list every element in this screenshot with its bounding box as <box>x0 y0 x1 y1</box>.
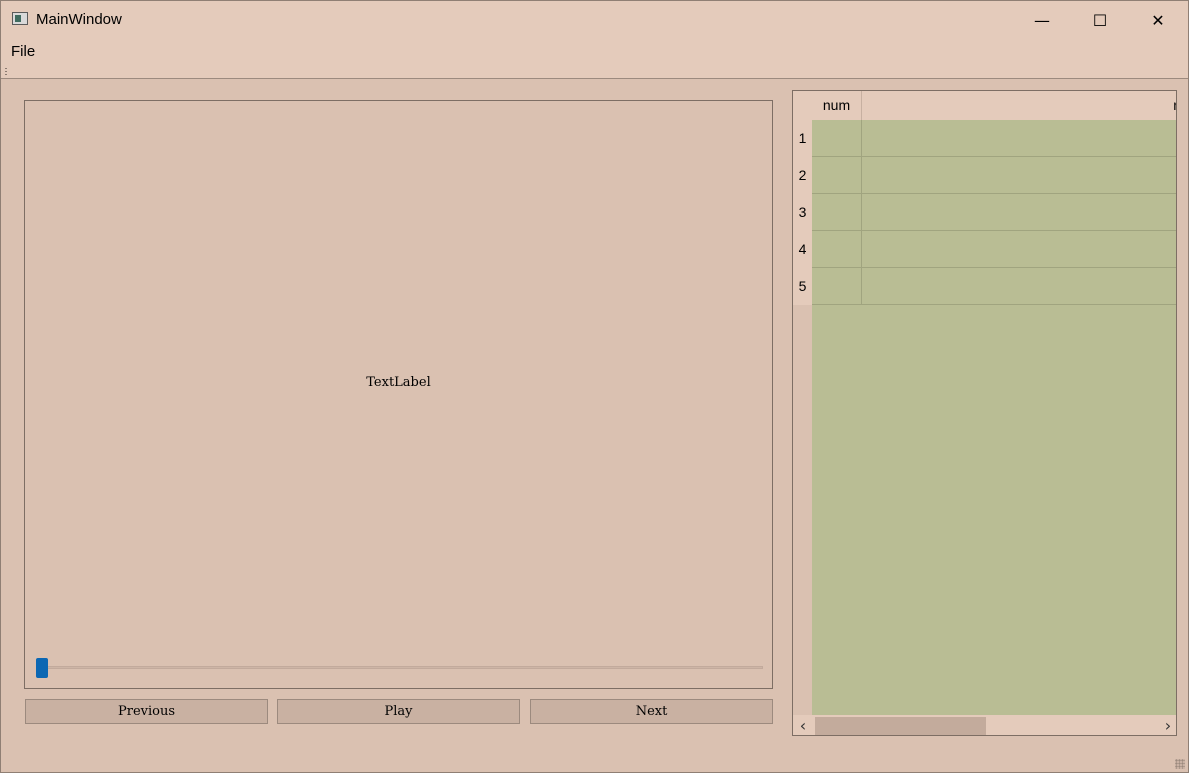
window-title: MainWindow <box>36 11 122 28</box>
resize-grip-icon[interactable] <box>1175 759 1185 769</box>
title-bar[interactable]: MainWindow — ☐ ✕ <box>1 1 1188 39</box>
menu-file[interactable]: File <box>11 43 35 60</box>
frame-slider-track[interactable] <box>37 666 763 669</box>
scrollbar-thumb[interactable] <box>815 717 986 735</box>
next-button[interactable]: Next <box>530 699 773 724</box>
column-divider <box>861 120 862 305</box>
row-header[interactable]: 2 <box>793 157 812 194</box>
frame-slider-handle[interactable] <box>36 658 48 678</box>
table-cells-area[interactable] <box>812 120 1176 715</box>
maximize-button[interactable]: ☐ <box>1071 1 1129 39</box>
row-divider <box>812 156 1176 157</box>
row-divider <box>812 230 1176 231</box>
maximize-icon: ☐ <box>1092 10 1108 30</box>
previous-button[interactable]: Previous <box>25 699 268 724</box>
row-divider <box>812 304 1176 305</box>
horizontal-scrollbar[interactable]: ‹ › <box>793 715 1176 735</box>
main-window: MainWindow — ☐ ✕ File TextLabel Previous… <box>0 0 1189 773</box>
image-viewer-frame: TextLabel <box>24 100 773 689</box>
row-header[interactable]: 3 <box>793 194 812 231</box>
column-header-second[interactable]: n <box>862 91 1176 120</box>
menu-bar: File <box>1 39 1188 65</box>
toolbar-grip-handle[interactable] <box>5 68 7 75</box>
row-header[interactable]: 1 <box>793 120 812 157</box>
minimize-icon: — <box>1034 10 1050 30</box>
play-button[interactable]: Play <box>277 699 520 724</box>
close-icon: ✕ <box>1151 10 1165 30</box>
scroll-right-arrow-icon[interactable]: › <box>1158 715 1176 735</box>
row-divider <box>812 267 1176 268</box>
row-header[interactable]: 4 <box>793 231 812 268</box>
minimize-button[interactable]: — <box>1013 1 1071 39</box>
table-corner-button[interactable] <box>793 91 812 120</box>
image-text-label: TextLabel <box>366 375 431 390</box>
row-divider <box>812 193 1176 194</box>
data-table: num n 1 2 3 4 5 ‹ › <box>792 90 1177 736</box>
scroll-left-arrow-icon[interactable]: ‹ <box>793 715 813 735</box>
app-window-icon <box>12 12 28 25</box>
row-header-empty-area <box>793 305 812 715</box>
row-header[interactable]: 5 <box>793 268 812 305</box>
toolbar <box>1 65 1188 79</box>
close-button[interactable]: ✕ <box>1129 1 1187 39</box>
column-header-num[interactable]: num <box>812 91 862 120</box>
